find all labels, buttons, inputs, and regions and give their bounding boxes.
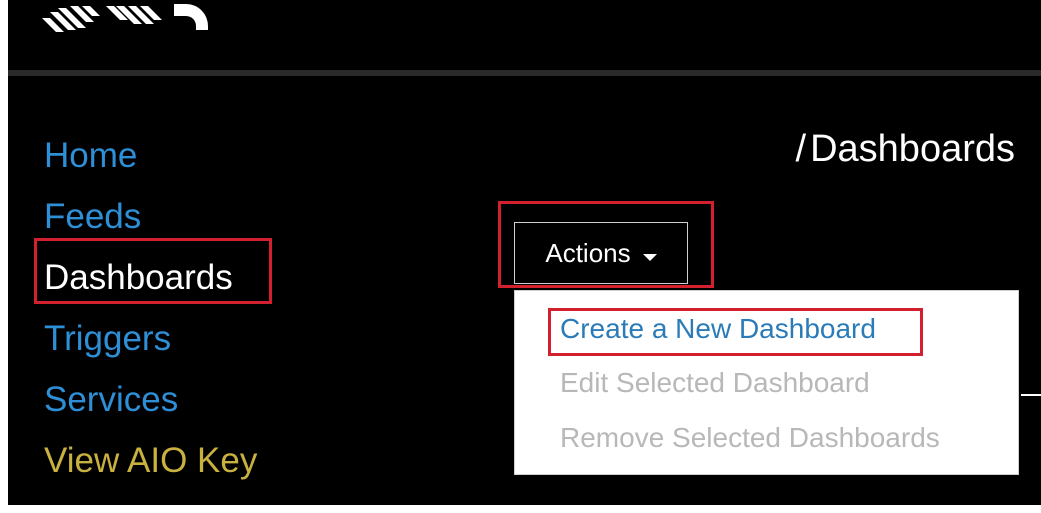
actions-button[interactable]: Actions — [514, 222, 688, 284]
menu-item-edit-dashboard[interactable]: Edit Selected Dashboard — [560, 367, 870, 399]
caret-down-icon — [642, 253, 657, 261]
actions-dropdown-menu: Create a New Dashboard Edit Selected Das… — [514, 290, 1019, 475]
sidebar-item-feeds[interactable]: Feeds — [44, 186, 257, 247]
sidebar-item-dashboards[interactable]: Dashboards — [44, 247, 257, 308]
header — [8, 0, 1041, 70]
menu-item-remove-dashboards[interactable]: Remove Selected Dashboards — [560, 422, 940, 454]
sidebar-item-home[interactable]: Home — [44, 125, 257, 186]
breadcrumb-separator: / — [795, 128, 807, 170]
sidebar-item-services[interactable]: Services — [44, 369, 257, 430]
menu-item-create-dashboard[interactable]: Create a New Dashboard — [560, 313, 876, 345]
divider-line — [1021, 394, 1041, 396]
header-divider — [8, 70, 1041, 76]
sidebar-item-triggers[interactable]: Triggers — [44, 308, 257, 369]
logo — [42, 4, 208, 32]
breadcrumb: / Dashboards — [796, 128, 1015, 171]
sidebar-item-view-aio-key[interactable]: View AIO Key — [44, 430, 257, 491]
page-title: Dashboards — [810, 128, 1015, 170]
app-screen: Home Feeds Dashboards Triggers Services … — [8, 0, 1041, 505]
actions-button-label: Actions — [545, 237, 631, 268]
sidebar-nav: Home Feeds Dashboards Triggers Services … — [44, 125, 257, 491]
